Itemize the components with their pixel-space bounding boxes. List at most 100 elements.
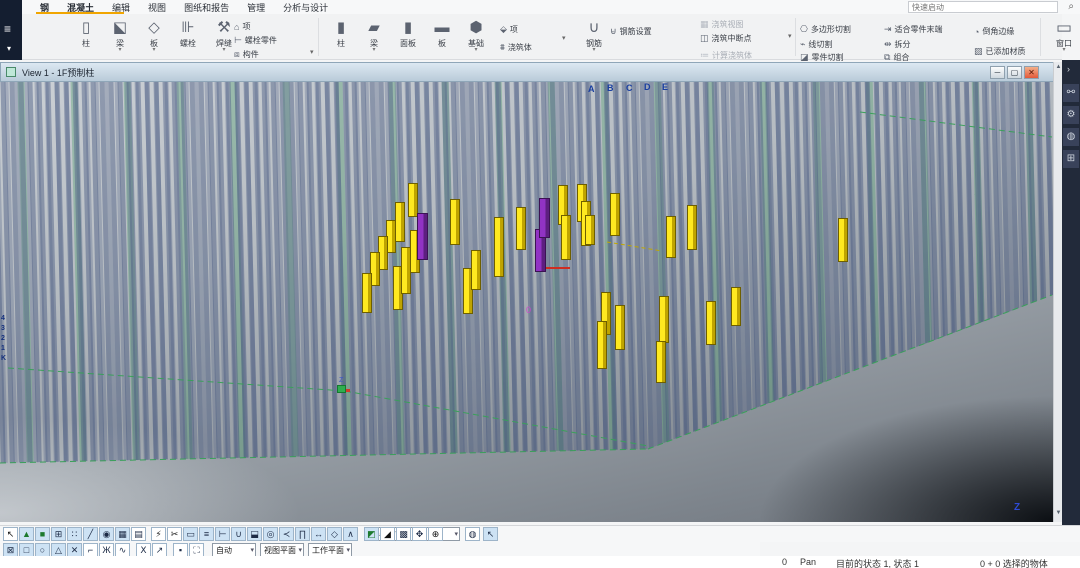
menu-expand-caret-icon[interactable]: ▾ — [7, 44, 11, 53]
snap-switch-3[interactable]: △ — [51, 543, 66, 557]
yellow-column[interactable] — [656, 341, 666, 383]
ribbon-button-螺栓零件[interactable]: ⊢螺栓零件 — [234, 34, 277, 47]
select-switch-13[interactable]: ⊢ — [215, 527, 230, 541]
yellow-column[interactable] — [561, 215, 571, 260]
ribbon-overflow-caret-icon[interactable]: ▾ — [310, 48, 314, 56]
select-switch-20[interactable]: ◇ — [327, 527, 342, 541]
view-vertical-scrollbar[interactable]: ▲ ▼ — [1053, 62, 1062, 522]
snap-switch-4[interactable]: ✕ — [67, 543, 82, 557]
select-switch-26[interactable]: ⊕ — [428, 527, 443, 541]
select-switch-3[interactable]: ⊞ — [51, 527, 66, 541]
menu-tab-分析与设计[interactable]: 分析与设计 — [281, 0, 330, 15]
yellow-column[interactable] — [450, 199, 460, 245]
view-title-bar[interactable]: View 1 - 1F预制柱 ─ ▢ ✕ — [0, 62, 1062, 82]
ribbon-button-计算浇筑体[interactable]: ≔计算浇筑体 — [700, 49, 752, 62]
yellow-column[interactable] — [494, 217, 504, 277]
ribbon-button-拆分[interactable]: ⇹拆分 — [884, 38, 911, 51]
snap-plane-dropdown-2[interactable]: 工作平面▾ — [308, 543, 352, 557]
yellow-column[interactable] — [687, 205, 697, 250]
select-switch-2[interactable]: ■ — [35, 527, 50, 541]
ribbon-button-钢筋设置[interactable]: ⊌钢筋设置 — [610, 25, 652, 38]
yellow-column[interactable] — [610, 193, 620, 236]
ribbon-button-板[interactable]: ▬ 板 — [426, 16, 458, 48]
caret-down-icon[interactable]: ▾ — [460, 48, 492, 53]
yellow-column[interactable] — [615, 305, 625, 350]
snap-switch-10[interactable]: ▪ — [173, 543, 188, 557]
yellow-column[interactable] — [666, 216, 676, 258]
select-switch-15[interactable]: ⬓ — [247, 527, 262, 541]
caret-down-icon[interactable]: ▾ — [358, 48, 390, 53]
select-switch-17[interactable]: ≺ — [279, 527, 294, 541]
properties-icon[interactable]: ⚯ — [1063, 84, 1079, 102]
ribbon-button-梁[interactable]: ▰ 梁▾ — [358, 16, 390, 53]
search-icon[interactable]: ⌕ — [1068, 1, 1074, 12]
select-switch-19[interactable]: ↔ — [311, 527, 326, 541]
yellow-column[interactable] — [597, 321, 607, 369]
ribbon-button-梁[interactable]: ⬕ 梁▾ — [104, 16, 136, 53]
snap-switch-6[interactable]: Ж — [99, 543, 114, 557]
select-switch-21[interactable]: ∧ — [343, 527, 358, 541]
view-minimize-button[interactable]: ─ — [990, 66, 1005, 79]
view-close-button[interactable]: ✕ — [1024, 66, 1039, 79]
render-sphere-button[interactable]: ◍ — [465, 527, 480, 541]
select-switch-22[interactable]: ◩ — [364, 527, 379, 541]
ribbon-overflow-caret-icon[interactable]: ▾ — [788, 32, 792, 40]
ribbon-button-项[interactable]: ⬙项 — [500, 23, 518, 36]
select-switch-14[interactable]: ∪ — [231, 527, 246, 541]
yellow-column[interactable] — [585, 215, 595, 245]
ribbon-button-柱[interactable]: ▮ 柱 — [325, 16, 357, 48]
view-restore-button[interactable]: ▢ — [1007, 66, 1022, 79]
ribbon-button-浇筑体[interactable]: ⩩浇筑体 — [500, 41, 532, 54]
select-switch-0[interactable]: ↖ — [3, 527, 18, 541]
ribbon-button-柱[interactable]: ▯ 柱 — [70, 16, 102, 48]
ribbon-button-钢筋[interactable]: ∪ 钢筋▾ — [578, 16, 610, 53]
select-switch-4[interactable]: ∷ — [67, 527, 82, 541]
snap-switch-2[interactable]: ○ — [35, 543, 50, 557]
ribbon-button-已添加材质[interactable]: ▨已添加材质 — [974, 45, 1026, 58]
menu-tab-图纸和报告[interactable]: 图纸和报告 — [182, 0, 231, 15]
yellow-column[interactable] — [362, 273, 372, 313]
ribbon-button-浇筑中断点[interactable]: ◫浇筑中断点 — [700, 32, 752, 45]
select-switch-9[interactable]: ⚡ — [151, 527, 166, 541]
snap-switch-0[interactable]: ⊠ — [3, 543, 18, 557]
caret-down-icon[interactable]: ▾ — [138, 48, 170, 53]
snap-switch-8[interactable]: Ⅹ — [136, 543, 151, 557]
ribbon-button-窗口[interactable]: ▭ 窗口▾ — [1048, 16, 1080, 53]
snap-switch-7[interactable]: ∿ — [115, 543, 130, 557]
snap-plane-dropdown-0[interactable]: 自动▾ — [212, 543, 256, 557]
select-switch-11[interactable]: ▭ — [183, 527, 198, 541]
menu-tab-管理[interactable]: 管理 — [245, 0, 267, 15]
yellow-column[interactable] — [395, 202, 405, 242]
ribbon-overflow-caret-icon[interactable]: ▾ — [562, 34, 566, 42]
select-switch-7[interactable]: ▦ — [115, 527, 130, 541]
yellow-column[interactable] — [659, 296, 669, 343]
side-pane-collapse-icon[interactable]: › — [1067, 64, 1070, 74]
ribbon-button-螺栓[interactable]: ⊪ 螺栓 — [172, 16, 204, 48]
caret-down-icon[interactable]: ▾ — [578, 48, 610, 53]
select-switch-23[interactable]: ◢ — [380, 527, 395, 541]
model-viewport[interactable]: ABCDE 4321K Z 0 Z — [0, 82, 1053, 522]
reference-globe-icon[interactable]: ◍ — [1063, 128, 1079, 146]
yellow-column[interactable] — [471, 250, 481, 290]
ribbon-button-适合零件末端[interactable]: ⇥适合零件末端 — [884, 23, 943, 36]
ribbon-button-多边形切割[interactable]: ⎔多边形切割 — [800, 23, 851, 36]
purple-column[interactable] — [539, 198, 550, 238]
quick-launch-input[interactable] — [908, 1, 1058, 13]
yellow-column[interactable] — [516, 207, 526, 250]
select-switch-10[interactable]: ✂ — [167, 527, 182, 541]
yellow-column[interactable] — [731, 287, 741, 326]
purple-column[interactable] — [417, 213, 428, 260]
yellow-column[interactable] — [408, 183, 418, 217]
settings-gear-icon[interactable]: ⚙ — [1063, 106, 1079, 124]
ribbon-button-面板[interactable]: ▮ 面板 — [392, 16, 424, 48]
select-switch-1[interactable]: ▲ — [19, 527, 34, 541]
ribbon-button-基础[interactable]: ⬢ 基础▾ — [460, 16, 492, 53]
ribbon-button-项[interactable]: ⌂项 — [234, 20, 250, 33]
yellow-column[interactable] — [838, 218, 848, 262]
ribbon-button-浇筑视图[interactable]: ▦浇筑视图 — [700, 18, 744, 31]
select-switch-18[interactable]: ∏ — [295, 527, 310, 541]
snap-switch-1[interactable]: □ — [19, 543, 34, 557]
caret-down-icon[interactable]: ▾ — [104, 48, 136, 53]
snap-switch-5[interactable]: ⌐ — [83, 543, 98, 557]
snap-plane-dropdown-1[interactable]: 视图平面▾ — [260, 543, 304, 557]
